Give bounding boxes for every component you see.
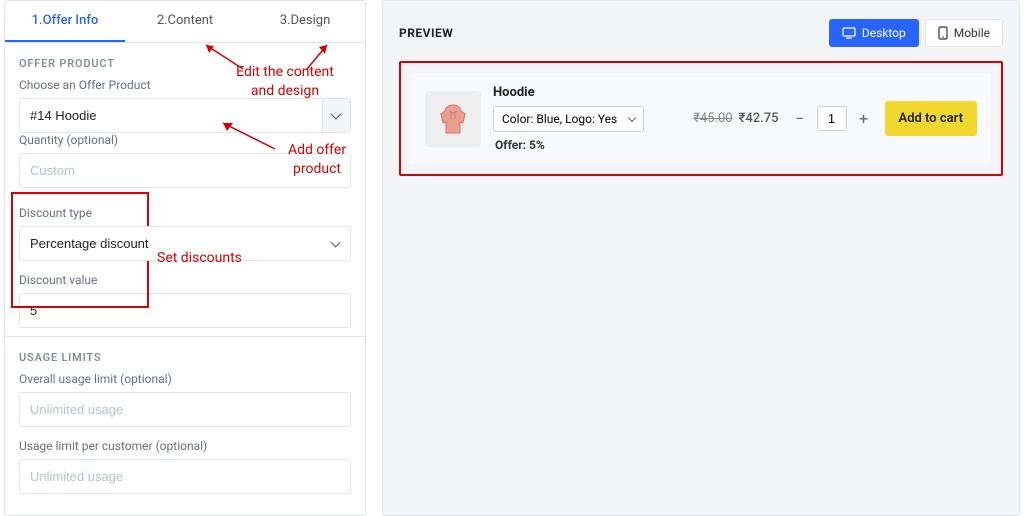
percust-usage-input[interactable] [19,459,351,494]
offer-product-input[interactable] [19,98,322,133]
variant-select[interactable]: Color: Blue, Logo: Yes [493,106,644,132]
preview-header: PREVIEW Desktop Mobile [399,19,1003,47]
variant-value: Color: Blue, Logo: Yes [502,112,617,126]
desktop-toggle-button[interactable]: Desktop [829,19,919,47]
offer-line: Hoodie Color: Blue, Logo: Yes Offer: 5% … [411,73,991,164]
offer-product-dropdown-button[interactable] [322,98,351,133]
offer-product-select [19,98,351,133]
qty-decrement-button[interactable]: − [791,109,809,128]
desktop-label: Desktop [862,26,906,40]
offer-form-panel: 1.Offer Info 2.Content 3.Design OFFER PR… [4,0,366,516]
percust-usage-label: Usage limit per customer (optional) [19,439,351,453]
add-to-cart-button[interactable]: Add to cart [885,101,977,136]
preview-title: PREVIEW [399,26,453,40]
preview-panel: PREVIEW Desktop Mobile Hoodie [382,0,1020,516]
mobile-icon [938,26,948,40]
tab-content[interactable]: 2.Content [125,1,245,42]
discount-value-input[interactable] [19,293,351,328]
qty-increment-button[interactable]: + [855,109,873,128]
usage-limits-section: USAGE LIMITS Overall usage limit (option… [5,337,365,498]
mobile-toggle-button[interactable]: Mobile [925,19,1003,47]
device-toggle: Desktop Mobile [829,19,1003,47]
overall-usage-input[interactable] [19,392,351,427]
annotation-content-design: Edit the content and design [215,63,355,101]
offer-main: Hoodie Color: Blue, Logo: Yes Offer: 5% [493,85,681,152]
product-thumbnail [425,91,481,147]
qty-value-input[interactable] [817,106,847,131]
chevron-down-icon [331,108,342,119]
discount-type-label: Discount type [19,206,351,220]
overall-usage-label: Overall usage limit (optional) [19,372,351,386]
tab-offer-info[interactable]: 1.Offer Info [5,1,125,42]
form-tabs: 1.Offer Info 2.Content 3.Design [5,1,365,43]
mobile-label: Mobile [954,26,990,40]
preview-card: Hoodie Color: Blue, Logo: Yes Offer: 5% … [399,61,1003,176]
tab-design[interactable]: 3.Design [245,1,365,42]
chevron-down-icon [628,114,636,122]
price-group: ₹45.00 ₹42.75 [693,111,778,126]
desktop-icon [842,27,856,39]
price-discounted: ₹42.75 [739,111,779,126]
hoodie-icon [433,99,473,139]
annotation-set-discounts: Set discounts [157,249,242,268]
variant-row: Color: Blue, Logo: Yes [493,106,681,132]
usage-limits-title: USAGE LIMITS [19,351,351,364]
discount-value-label: Discount value [19,273,351,287]
offer-note: Offer: 5% [493,138,681,152]
offer-product-title: Hoodie [493,85,681,100]
annotation-add-offer: Add offer product [277,141,357,179]
quantity-stepper: − + [791,106,873,131]
price-original: ₹45.00 [693,111,732,126]
